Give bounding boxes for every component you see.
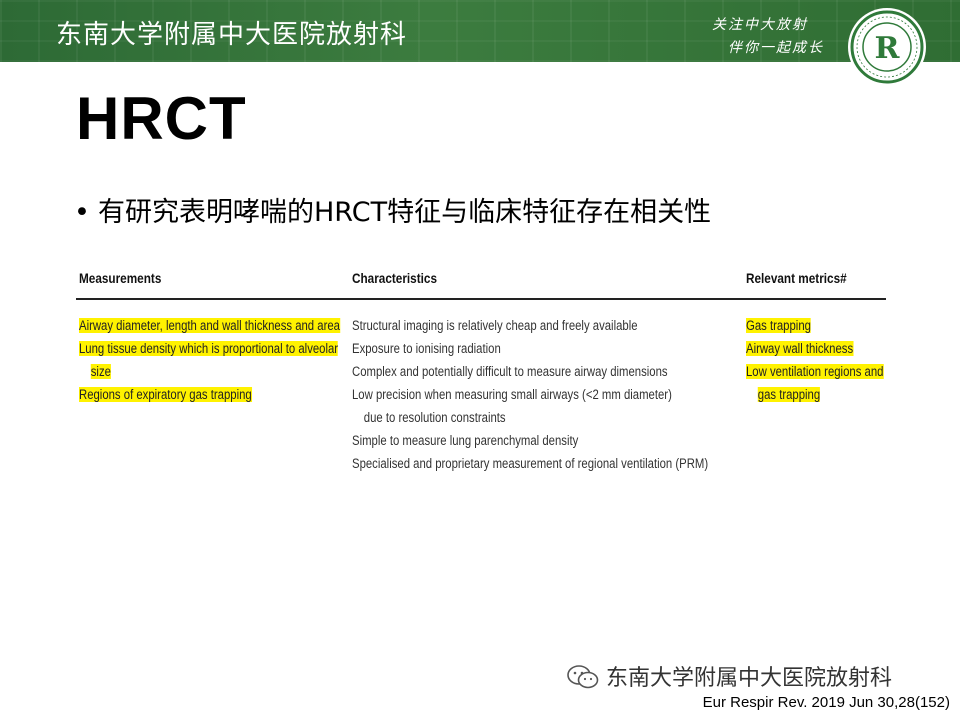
highlighted-text: gas trapping [757, 387, 821, 402]
highlighted-text: size [90, 364, 111, 379]
slide-heading: HRCT [76, 85, 247, 152]
table-cell: Simple to measure lung parenchymal densi… [352, 433, 579, 448]
slogan-line-2: 伴你一起成长 [728, 40, 824, 56]
table-cell: gas trapping [746, 383, 883, 406]
characteristics-column: Structural imaging is relatively cheap a… [352, 314, 708, 475]
logo-letter: R [875, 31, 901, 66]
table-cell: Specialised and proprietary measurement … [352, 456, 709, 471]
findings-table: Measurements Characteristics Relevant me… [76, 262, 886, 482]
highlighted-text: Gas trapping [746, 318, 811, 333]
highlighted-text: Airway diameter, length and wall thickne… [79, 318, 340, 333]
table-cell: Structural imaging is relatively cheap a… [352, 318, 638, 333]
table-cell: due to resolution constraints [363, 410, 506, 425]
department-title: 东南大学附属中大医院放射科 [56, 20, 408, 50]
table-cell: Regions of expiratory gas trapping [79, 383, 340, 406]
table-cell: Low ventilation regions and [746, 360, 884, 383]
hospital-logo: R [848, 8, 926, 86]
header-rule [76, 298, 886, 300]
table-cell: Complex and potentially difficult to mea… [352, 364, 668, 379]
wechat-icon [567, 665, 599, 689]
watermark-text: 东南大学附属中大医院放射科 [606, 666, 893, 691]
bullet-point: • 有研究表明哮喘的HRCT特征与临床特征存在相关性 [74, 190, 711, 229]
highlighted-text: Regions of expiratory gas trapping [79, 387, 252, 402]
header-banner: 东南大学附属中大医院放射科 关注中大放射 伴你一起成长 [0, 0, 960, 62]
highlighted-text: Low ventilation regions and [746, 364, 884, 379]
table-cell: size [79, 360, 340, 383]
table-cell: Airway diameter, length and wall thickne… [79, 314, 340, 337]
header-characteristics: Characteristics [352, 270, 437, 286]
highlighted-text: Lung tissue density which is proportiona… [79, 341, 339, 356]
table-cell: Exposure to ionising radiation [352, 341, 501, 356]
citation: Eur Respir Rev. 2019 Jun 30,28(152) [702, 694, 950, 711]
table-cell: Low precision when measuring small airwa… [352, 387, 672, 402]
table-cell: Airway wall thickness [746, 337, 883, 360]
watermark-brand: 东南大学附属中大医院放射科 [566, 660, 892, 692]
slogan-line-1: 关注中大放射 [712, 17, 808, 33]
bullet-text: 有研究表明哮喘的HRCT特征与临床特征存在相关性 [98, 197, 712, 228]
table-cell: Gas trapping [746, 314, 883, 337]
header-measurements: Measurements [79, 270, 162, 286]
header-relevant-metrics: Relevant metrics# [746, 270, 847, 286]
table-cell: Lung tissue density which is proportiona… [79, 337, 340, 360]
relevant-metrics-column: Gas trapping Airway wall thickness Low v… [746, 314, 884, 406]
measurements-column: Airway diameter, length and wall thickne… [79, 314, 340, 406]
highlighted-text: Airway wall thickness [746, 341, 854, 356]
bullet-dot: • [74, 197, 90, 228]
